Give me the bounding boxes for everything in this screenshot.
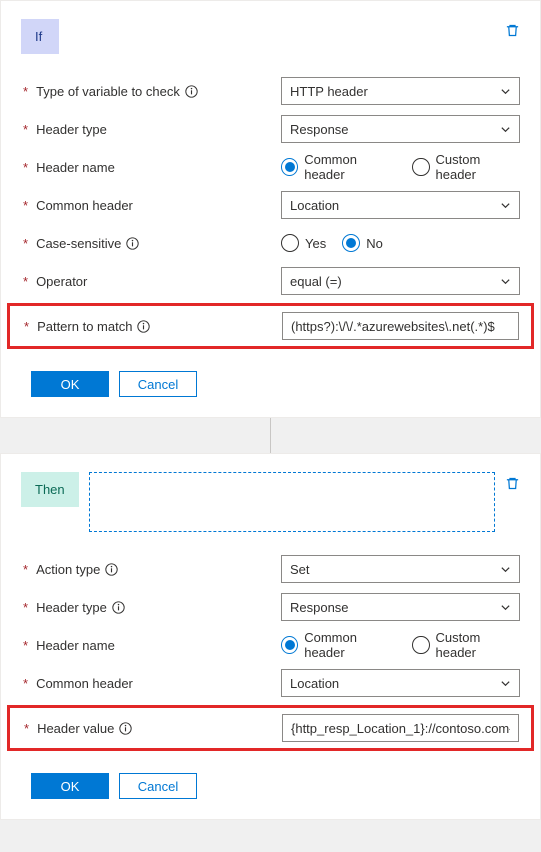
- label-variable-type: Type of variable to check: [36, 84, 180, 99]
- chevron-down-icon: [500, 86, 511, 97]
- ok-button[interactable]: OK: [31, 371, 109, 397]
- common-header-select[interactable]: Location: [281, 669, 520, 697]
- radio-common-header[interactable]: Common header: [281, 152, 396, 182]
- info-icon[interactable]: [105, 563, 118, 576]
- chevron-down-icon: [500, 602, 511, 613]
- cancel-button[interactable]: Cancel: [119, 773, 197, 799]
- if-card: If *Type of variable to check HTTP heade…: [0, 0, 541, 418]
- ok-button[interactable]: OK: [31, 773, 109, 799]
- label-header-type: Header type: [36, 122, 107, 137]
- radio-case-yes[interactable]: Yes: [281, 234, 326, 252]
- operator-select[interactable]: equal (=): [281, 267, 520, 295]
- pattern-highlight: *Pattern to match: [7, 303, 534, 349]
- then-chip: Then: [21, 472, 79, 507]
- header-value-input[interactable]: [282, 714, 519, 742]
- connector-line: [0, 418, 541, 453]
- chevron-down-icon: [500, 124, 511, 135]
- action-type-select[interactable]: Set: [281, 555, 520, 583]
- label-case-sensitive: Case-sensitive: [36, 236, 121, 251]
- info-icon[interactable]: [137, 320, 150, 333]
- info-icon[interactable]: [112, 601, 125, 614]
- label-header-name: Header name: [36, 638, 115, 653]
- header-value-highlight: *Header value: [7, 705, 534, 751]
- radio-case-no[interactable]: No: [342, 234, 383, 252]
- common-header-select[interactable]: Location: [281, 191, 520, 219]
- label-action-type: Action type: [36, 562, 100, 577]
- delete-icon[interactable]: [505, 19, 520, 38]
- cancel-button[interactable]: Cancel: [119, 371, 197, 397]
- info-icon[interactable]: [185, 85, 198, 98]
- chevron-down-icon: [500, 276, 511, 287]
- info-icon[interactable]: [119, 722, 132, 735]
- radio-custom-header[interactable]: Custom header: [412, 152, 520, 182]
- label-operator: Operator: [36, 274, 87, 289]
- header-type-select[interactable]: Response: [281, 115, 520, 143]
- then-drop-zone[interactable]: [89, 472, 495, 532]
- if-chip: If: [21, 19, 59, 54]
- label-header-value: Header value: [37, 721, 114, 736]
- variable-type-select[interactable]: HTTP header: [281, 77, 520, 105]
- then-card: Then *Action type Set *Header type Respo…: [0, 453, 541, 820]
- chevron-down-icon: [500, 564, 511, 575]
- label-common-header: Common header: [36, 676, 133, 691]
- info-icon[interactable]: [126, 237, 139, 250]
- label-common-header: Common header: [36, 198, 133, 213]
- pattern-input[interactable]: [282, 312, 519, 340]
- delete-icon[interactable]: [505, 472, 520, 491]
- label-header-name: Header name: [36, 160, 115, 175]
- label-pattern: Pattern to match: [37, 319, 132, 334]
- label-header-type: Header type: [36, 600, 107, 615]
- radio-common-header[interactable]: Common header: [281, 630, 396, 660]
- radio-custom-header[interactable]: Custom header: [412, 630, 520, 660]
- header-type-select[interactable]: Response: [281, 593, 520, 621]
- chevron-down-icon: [500, 200, 511, 211]
- chevron-down-icon: [500, 678, 511, 689]
